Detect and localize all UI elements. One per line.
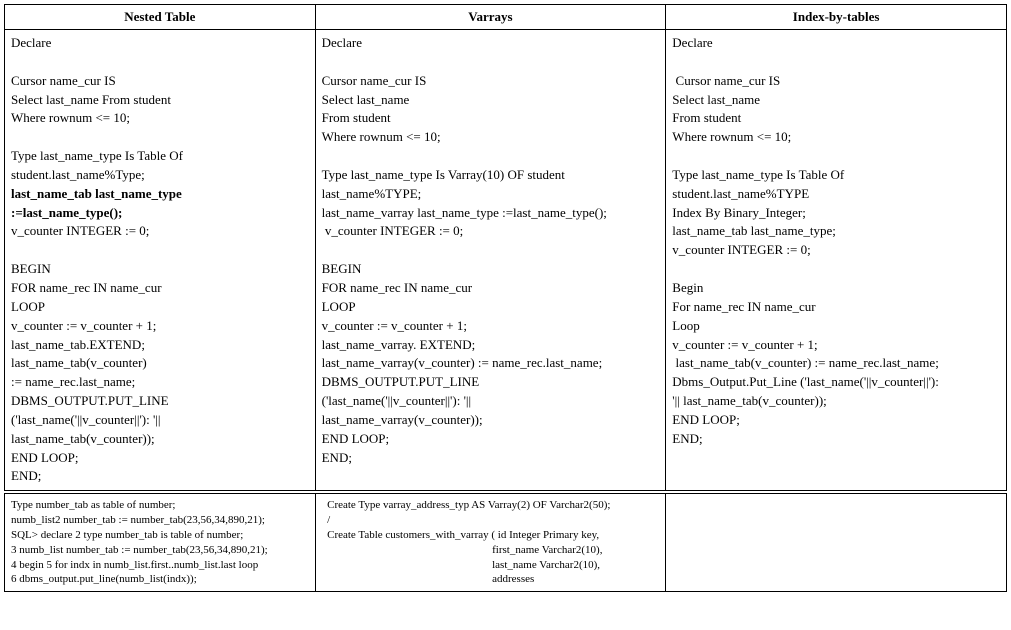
examples-table: Type number_tab as table of number; numb… bbox=[4, 493, 1007, 592]
code-row: Declare Cursor name_cur IS Select last_n… bbox=[5, 30, 1007, 491]
cell-index-by-tables: Declare Cursor name_cur IS Select last_n… bbox=[666, 30, 1007, 491]
header-varrays: Varrays bbox=[315, 5, 666, 30]
header-row: Nested Table Varrays Index-by-tables bbox=[5, 5, 1007, 30]
cell-varrays: Declare Cursor name_cur IS Select last_n… bbox=[315, 30, 666, 491]
header-nested-table: Nested Table bbox=[5, 5, 316, 30]
cell-nested-table: Declare Cursor name_cur IS Select last_n… bbox=[5, 30, 316, 491]
header-index-by-tables: Index-by-tables bbox=[666, 5, 1007, 30]
example-index-by-tables bbox=[666, 494, 1007, 592]
comparison-table: Nested Table Varrays Index-by-tables Dec… bbox=[4, 4, 1007, 491]
examples-row: Type number_tab as table of number; numb… bbox=[5, 494, 1007, 592]
example-varrays: Create Type varray_address_typ AS Varray… bbox=[315, 494, 666, 592]
example-nested-table: Type number_tab as table of number; numb… bbox=[5, 494, 316, 592]
